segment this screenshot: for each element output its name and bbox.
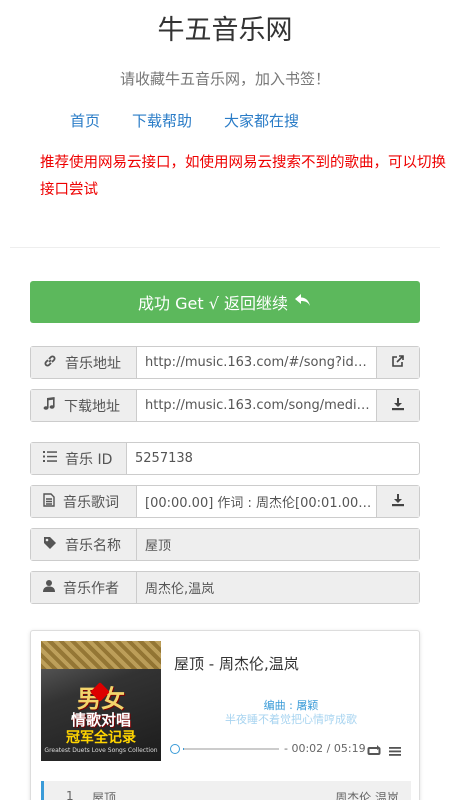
music-id-field[interactable]: 5257138 xyxy=(127,443,419,474)
song-name-field[interactable]: 屋顶 xyxy=(137,529,419,560)
lyrics-field[interactable]: [00:00.00] 作词 : 周杰伦[00:01.00] 作曲 : 周杰伦 xyxy=(137,486,376,517)
user-icon xyxy=(43,579,55,597)
playlist-item-artist: 周杰伦,温岚 xyxy=(335,791,399,800)
open-url-button[interactable] xyxy=(376,347,419,378)
music-note-icon xyxy=(43,396,56,415)
music-url-label: 音乐地址 xyxy=(31,347,137,378)
site-title: 牛五音乐网 xyxy=(157,15,293,46)
download-url-field[interactable]: http://music.163.com/song/media/outer/ur… xyxy=(137,390,376,421)
song-name-label: 音乐名称 xyxy=(31,529,137,560)
playback-time: - 00:02 / 05:19 xyxy=(284,742,366,755)
tag-icon xyxy=(43,536,57,554)
cover-sub-text: 冠军全记录 xyxy=(66,730,136,746)
music-id-label: 音乐 ID xyxy=(31,443,127,474)
playlist-item-title: 屋顶 xyxy=(92,791,117,800)
download-url-row: 下载地址 http://music.163.com/song/media/out… xyxy=(30,389,420,422)
playlist-menu-icon[interactable] xyxy=(389,742,401,761)
reply-arrow-icon xyxy=(294,292,312,312)
lyrics-label: 音乐歌词 xyxy=(31,486,137,517)
playlist-item-number: 1 xyxy=(66,789,74,800)
list-icon xyxy=(43,450,57,467)
song-name-row: 音乐名称 屋顶 xyxy=(30,528,420,561)
nav-home-link[interactable]: 首页 xyxy=(70,110,100,131)
player-song-title: 屋顶 - 周杰伦,温岚 xyxy=(174,655,299,673)
artist-field[interactable]: 周杰伦,温岚 xyxy=(137,572,419,603)
notice-text: 推荐使用网易云接口，如使用网易云搜索不到的歌曲，可以切换接口尝试 xyxy=(40,155,446,198)
download-icon xyxy=(391,396,405,415)
download-lyrics-button[interactable] xyxy=(376,486,419,517)
success-button-label: 成功 Get √ 返回继续 xyxy=(138,294,288,313)
file-text-icon xyxy=(43,492,55,511)
artist-label: 音乐作者 xyxy=(31,572,137,603)
cover-tiny-text: Greatest Duets Love Songs Collection xyxy=(44,747,158,754)
music-id-row: 音乐 ID 5257138 xyxy=(30,442,420,475)
loop-icon[interactable] xyxy=(367,742,381,761)
music-url-field[interactable]: http://music.163.com/#/song?id=5257138 xyxy=(137,347,376,378)
next-lyric: 半夜睡不着觉把心情哼成歌 xyxy=(225,713,357,726)
link-icon xyxy=(43,354,57,372)
nav-bar: 首页 下载帮助 大家都在搜 xyxy=(70,110,299,131)
album-cover: 男女 情歌对唱 冠军全记录 Greatest Duets Love Songs … xyxy=(41,641,161,761)
artist-row: 音乐作者 周杰伦,温岚 xyxy=(30,571,420,604)
download-icon xyxy=(391,492,405,511)
music-player: 男女 情歌对唱 冠军全记录 Greatest Duets Love Songs … xyxy=(30,630,420,800)
nav-download-help-link[interactable]: 下载帮助 xyxy=(132,110,192,131)
divider xyxy=(10,247,440,248)
download-url-label: 下载地址 xyxy=(31,390,137,421)
external-link-icon xyxy=(391,353,405,372)
site-subtitle: 请收藏牛五音乐网，加入书签！ xyxy=(119,70,330,88)
lyrics-row: 音乐歌词 [00:00.00] 作词 : 周杰伦[00:01.00] 作曲 : … xyxy=(30,485,420,518)
playlist: 1 屋顶 周杰伦,温岚 xyxy=(41,781,411,800)
progress-bar[interactable] xyxy=(183,748,279,750)
progress-knob[interactable] xyxy=(170,744,180,754)
music-url-row: 音乐地址 http://music.163.com/#/song?id=5257… xyxy=(30,346,420,379)
progress-fill xyxy=(183,748,184,750)
download-music-button[interactable] xyxy=(376,390,419,421)
nav-popular-search-link[interactable]: 大家都在搜 xyxy=(224,110,299,131)
success-return-button[interactable]: 成功 Get √ 返回继续 xyxy=(30,281,420,323)
